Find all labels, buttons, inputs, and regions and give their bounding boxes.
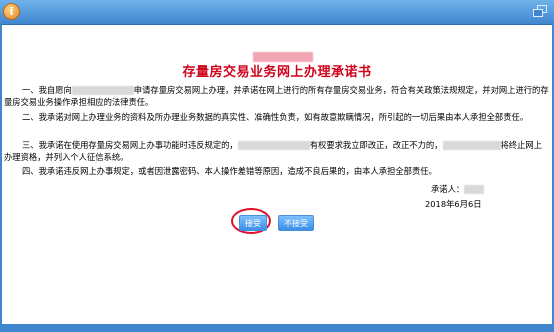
redacted-signer-name [464, 185, 485, 194]
paragraph-1: 一、我自愿向 申请存量房交易网上办理，并承诺在网上进行的所有存量房交易业务，符合有… [4, 85, 549, 107]
paragraph-4: 四、我承诺违反网上办事规定，或者因泄露密码、本人操作差错等原因，造成不良后果的，… [22, 166, 437, 176]
document-title: 存量房交易业务网上办理承诺书 [182, 65, 372, 80]
redacted-organization-name [253, 46, 313, 62]
paragraph-3: 三、我承诺在使用存量房交易网上办事功能时违反规定的， 有权要求我立即改正，改正不力… [4, 140, 542, 162]
document-date: 2018年6月6日 [425, 199, 482, 209]
title-bar: i [0, 0, 554, 25]
paragraph-2: 二、我承诺对网上办理业务的资料及所办理业务数据的真实性、准确性负责，如有故意欺瞒… [22, 112, 529, 122]
window-bottom-border [0, 324, 554, 332]
redacted-text [442, 141, 501, 150]
reject-button[interactable]: 不接受 [278, 215, 314, 231]
signer-line: 承诺人： [431, 184, 485, 195]
restore-window-icon[interactable] [533, 5, 547, 17]
accept-button[interactable]: 接受 [239, 215, 267, 231]
redacted-text [237, 141, 310, 150]
info-icon: i [3, 3, 20, 20]
redacted-text [71, 86, 134, 95]
